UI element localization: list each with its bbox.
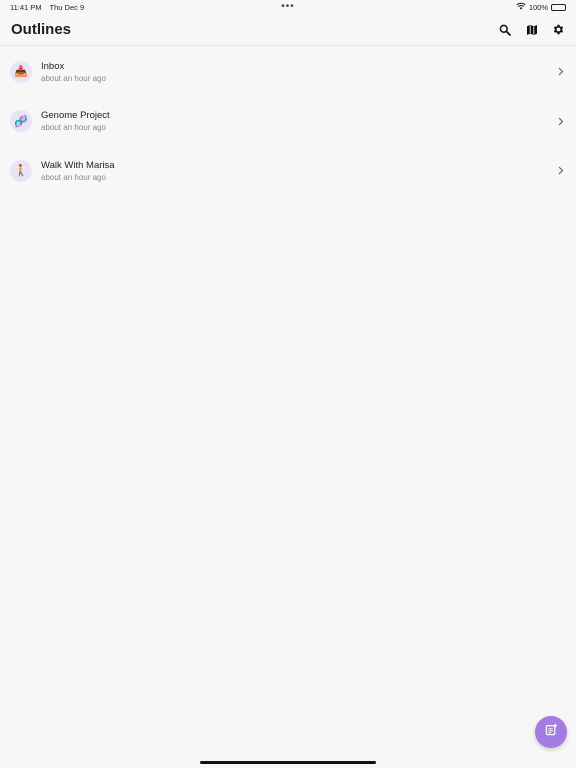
list-item[interactable]: 📥 Inbox about an hour ago — [0, 47, 576, 97]
status-time: 11:41 PM — [10, 2, 42, 12]
header-actions — [498, 23, 565, 36]
inbox-tray-icon: 📥 — [10, 60, 32, 83]
wifi-icon — [516, 2, 526, 12]
map-icon[interactable] — [525, 23, 538, 36]
status-right: 100% — [516, 2, 566, 12]
list-item-title: Walk With Marisa — [41, 159, 115, 171]
home-indicator[interactable] — [200, 761, 376, 764]
chevron-right-icon — [556, 116, 566, 126]
new-outline-button[interactable] — [535, 716, 567, 748]
list-item[interactable]: 🚶 Walk With Marisa about an hour ago — [0, 146, 576, 196]
list-item-title: Inbox — [41, 60, 65, 72]
battery-icon — [551, 3, 566, 11]
list-item-timestamp: about an hour ago — [41, 123, 106, 133]
list-item-title: Genome Project — [41, 110, 110, 122]
search-icon[interactable] — [498, 23, 511, 36]
chevron-right-icon — [556, 166, 566, 176]
list-item-timestamp: about an hour ago — [41, 172, 106, 182]
status-date: Thu Dec 9 — [49, 2, 85, 12]
list-item-timestamp: about an hour ago — [41, 73, 106, 83]
status-bar: 11:41 PM Thu Dec 9 ••• 100% — [0, 0, 576, 14]
battery-percent: 100% — [528, 2, 548, 12]
list-item-text: Walk With Marisa about an hour ago — [41, 160, 115, 182]
new-note-icon — [545, 723, 558, 741]
outline-list: 📥 Inbox about an hour ago 🧬 Genome Proje… — [0, 47, 576, 196]
gear-icon[interactable] — [552, 23, 565, 36]
dna-icon: 🧬 — [10, 110, 32, 133]
walking-person-icon: 🚶 — [10, 159, 32, 182]
chevron-right-icon — [556, 67, 566, 77]
page-title: Outlines — [11, 21, 72, 38]
list-item-text: Inbox about an hour ago — [41, 61, 106, 83]
multitasking-dots[interactable]: ••• — [281, 1, 295, 12]
list-item-text: Genome Project about an hour ago — [41, 110, 110, 132]
status-left: 11:41 PM Thu Dec 9 — [10, 3, 84, 12]
list-item[interactable]: 🧬 Genome Project about an hour ago — [0, 97, 576, 147]
header: Outlines — [0, 14, 576, 46]
